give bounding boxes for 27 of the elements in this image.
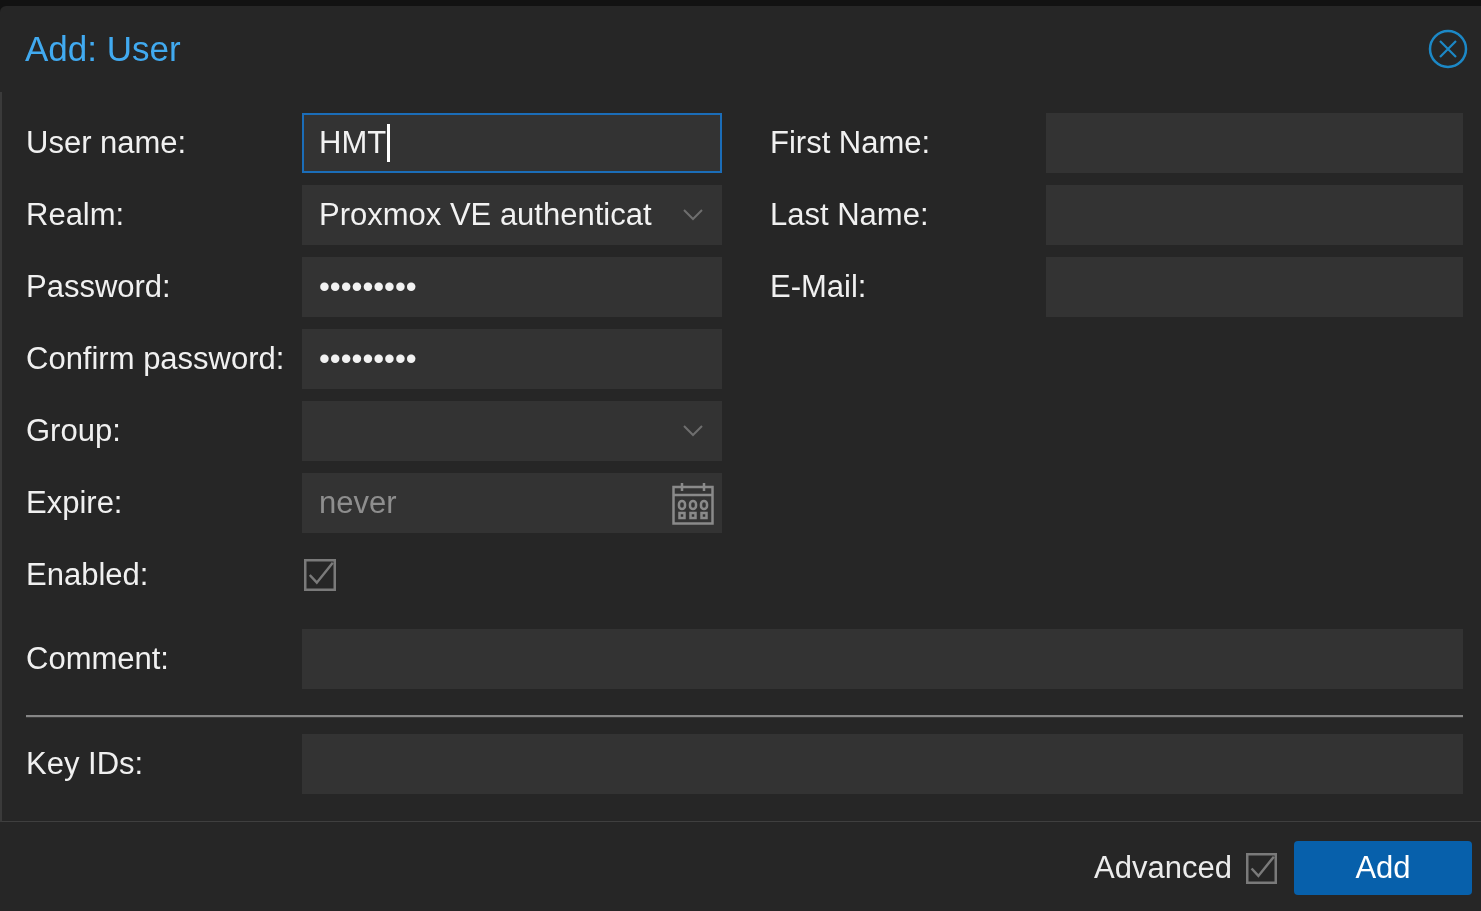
dropdown[interactable]: Proxmox VE authenticat [302,185,722,245]
field-label: Confirm password: [26,341,286,377]
dialog-title: Add: User [25,29,181,69]
close-icon[interactable] [1428,29,1468,69]
checkbox-label: Advanced [1094,850,1232,886]
add-button[interactable]: Add [1294,841,1472,895]
checkbox[interactable] [1246,852,1277,884]
field-label: Enabled: [26,557,150,593]
checkbox[interactable] [304,559,336,591]
field-label: Key IDs: [26,746,145,782]
chevron-down-icon[interactable] [683,425,703,437]
field-label: Last Name: [770,197,930,233]
field-label: First Name: [770,125,932,161]
date-field[interactable]: never [302,473,722,533]
field-label: Password: [26,269,172,305]
field-label: E-Mail: [770,269,868,305]
chevron-down-icon[interactable] [683,209,703,221]
field-label: Comment: [26,641,170,677]
password-field[interactable]: ••••••••• [302,257,722,317]
field-label: Expire: [26,485,124,521]
password-field[interactable]: ••••••••• [302,329,722,389]
calendar-icon[interactable] [672,481,714,525]
field-label: Group: [26,413,122,449]
field-label: User name: [26,125,188,161]
text-cursor-icon [387,124,391,162]
text-field[interactable]: HMT [302,113,722,173]
field-label: Realm: [26,197,126,233]
